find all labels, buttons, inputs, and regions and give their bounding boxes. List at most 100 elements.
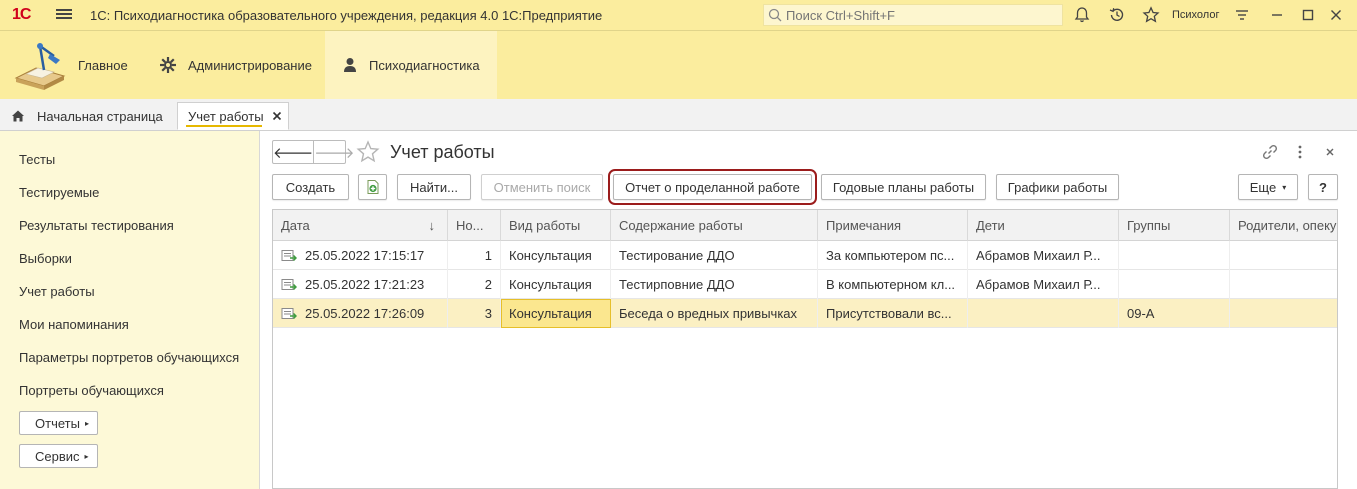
tab-work-log[interactable]: Учет работы <box>177 102 289 130</box>
cell-number: 3 <box>448 299 501 328</box>
sidebar-item-work-log[interactable]: Учет работы <box>19 284 95 299</box>
tab-work-log-label: Учет работы <box>188 108 264 124</box>
arrow-right-icon: 🡒 <box>314 144 355 162</box>
service-button[interactable]: Сервис ▸ <box>19 444 98 468</box>
column-date[interactable]: Дата ↓ <box>273 210 448 241</box>
schedules-button[interactable]: Графики работы <box>996 174 1119 200</box>
table-row[interactable]: 25.05.2022 17:15:17 1 Консультация Тести… <box>273 241 1337 270</box>
table-row[interactable]: 25.05.2022 17:21:23 2 Консультация Тести… <box>273 270 1337 299</box>
back-button[interactable]: 🡐 <box>273 141 313 163</box>
work-log-table: Дата ↓ Но... Вид работы Содержание работ… <box>272 209 1338 489</box>
desk-lamp-icon <box>14 43 66 90</box>
cell-parents <box>1230 270 1337 299</box>
reports-button[interactable]: Отчеты ▸ <box>19 411 98 435</box>
chevron-right-icon: ▸ <box>84 418 89 428</box>
more-vertical-icon[interactable] <box>1291 143 1309 161</box>
window-title: 1С: Психодиагностика образовательного уч… <box>90 8 603 23</box>
sidebar-item-reminders[interactable]: Мои напоминания <box>19 317 129 332</box>
person-icon <box>344 58 356 72</box>
main-menu-icon[interactable] <box>56 7 72 23</box>
arrow-left-icon: 🡐 <box>273 144 314 162</box>
help-button[interactable]: ? <box>1308 174 1338 200</box>
cell-date: 25.05.2022 17:21:23 <box>273 270 448 299</box>
favorites-star-icon[interactable] <box>1142 6 1160 24</box>
cell-work-type: Консультация <box>501 241 611 270</box>
search-icon <box>768 8 782 22</box>
cell-date: 25.05.2022 17:15:17 <box>273 241 448 270</box>
sidebar-item-test-results[interactable]: Результаты тестирования <box>19 218 174 233</box>
section-admin[interactable]: Администрирование <box>160 31 312 99</box>
column-notes[interactable]: Примечания <box>818 210 968 241</box>
tabs-bar: Начальная страница Учет работы <box>0 99 1357 131</box>
cell-work-content: Тестирповние ДДО <box>611 270 818 299</box>
active-tab-underline <box>186 125 262 127</box>
cell-notes: За компьютером пс... <box>818 241 968 270</box>
cell-number: 2 <box>448 270 501 299</box>
cell-work-type-focused[interactable]: Консультация <box>501 299 611 328</box>
table-row-selected[interactable]: 25.05.2022 17:26:09 3 Консультация Бесед… <box>273 299 1337 328</box>
sidebar-item-portrait-params[interactable]: Параметры портретов обучающихся <box>19 350 239 365</box>
tab-home[interactable]: Начальная страница <box>11 102 163 130</box>
column-date-label: Дата <box>281 218 310 233</box>
close-window-icon[interactable] <box>1327 6 1345 24</box>
sidebar-item-samples[interactable]: Выборки <box>19 251 72 266</box>
sidebar-item-tests[interactable]: Тесты <box>19 152 55 167</box>
add-document-icon <box>367 180 378 194</box>
maximize-icon[interactable] <box>1299 6 1317 24</box>
form-title: Учет работы <box>390 142 495 162</box>
sidebar-item-examinees[interactable]: Тестируемые <box>19 185 99 200</box>
close-form-icon[interactable] <box>1321 143 1339 161</box>
column-work-content[interactable]: Содержание работы <box>611 210 818 241</box>
column-groups[interactable]: Группы <box>1119 210 1230 241</box>
settings-menu-icon[interactable] <box>1233 6 1251 24</box>
find-button[interactable]: Найти... <box>397 174 471 200</box>
cell-groups <box>1119 241 1230 270</box>
cancel-search-button[interactable]: Отменить поиск <box>481 174 603 200</box>
service-button-label: Сервис <box>35 448 80 464</box>
sidebar-item-portraits[interactable]: Портреты обучающихся <box>19 383 164 398</box>
dropdown-arrow-icon: ▾ <box>1282 182 1287 192</box>
history-icon[interactable] <box>1108 6 1126 24</box>
row-date: 25.05.2022 17:21:23 <box>305 277 425 292</box>
chevron-right-icon: ▸ <box>84 451 89 461</box>
user-name[interactable]: Психолог <box>1172 9 1219 21</box>
section-main-label: Главное <box>78 57 128 73</box>
close-tab-icon[interactable] <box>272 111 282 121</box>
gear-icon <box>160 57 176 73</box>
more-button-label: Еще <box>1249 179 1277 195</box>
cell-children: Абрамов Михаил Р... <box>968 241 1119 270</box>
search-box[interactable] <box>763 4 1063 26</box>
document-icon <box>281 278 297 290</box>
annual-plans-button[interactable]: Годовые планы работы <box>821 174 986 200</box>
main-form: 🡐 🡒 Учет работы Создать Найти... Отменит… <box>260 131 1357 489</box>
document-icon <box>281 249 297 261</box>
cell-notes: Присутствовали вс... <box>818 299 968 328</box>
search-input[interactable] <box>786 7 1056 23</box>
column-work-type[interactable]: Вид работы <box>501 210 611 241</box>
column-parents[interactable]: Родители, опекуны <box>1230 210 1337 241</box>
row-date: 25.05.2022 17:26:09 <box>305 306 425 321</box>
tab-home-label: Начальная страница <box>37 108 163 124</box>
cell-parents <box>1230 241 1337 270</box>
column-children[interactable]: Дети <box>968 210 1119 241</box>
section-main[interactable]: Главное <box>14 31 128 99</box>
cell-groups: 09-А <box>1119 299 1230 328</box>
more-button[interactable]: Еще ▾ <box>1238 174 1298 200</box>
cell-work-content: Тестирование ДДО <box>611 241 818 270</box>
section-psychodiagnostics[interactable]: Психодиагностика <box>325 31 497 99</box>
reports-button-label: Отчеты <box>35 415 80 431</box>
minimize-icon[interactable] <box>1268 6 1286 24</box>
cell-children <box>968 299 1119 328</box>
bell-icon[interactable] <box>1073 6 1091 24</box>
home-icon <box>12 110 24 122</box>
favorite-star-icon[interactable] <box>356 140 380 164</box>
forward-button[interactable]: 🡒 <box>313 141 354 163</box>
link-icon[interactable] <box>1261 143 1279 161</box>
section-admin-label: Администрирование <box>188 57 312 73</box>
work-report-button[interactable]: Отчет о проделанной работе <box>608 169 817 205</box>
nav-buttons: 🡐 🡒 <box>272 140 354 164</box>
column-number[interactable]: Но... <box>448 210 501 241</box>
create-copy-button[interactable] <box>358 174 387 200</box>
create-button[interactable]: Создать <box>272 174 349 200</box>
cell-number: 1 <box>448 241 501 270</box>
